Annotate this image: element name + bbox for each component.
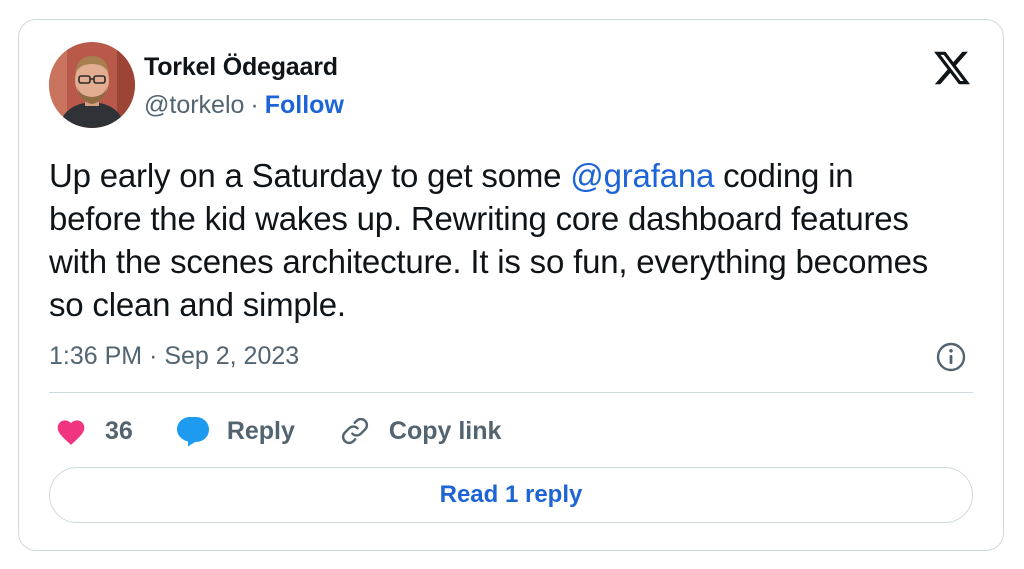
- copy-link-button[interactable]: Copy link: [337, 413, 502, 449]
- reply-label: Reply: [226, 416, 295, 445]
- avatar-photo: [49, 42, 135, 128]
- x-logo-icon[interactable]: [932, 48, 972, 88]
- follow-button[interactable]: Follow: [265, 91, 344, 119]
- tweet-text-start: Up early on a Saturday to get some: [49, 157, 571, 194]
- read-replies-button[interactable]: Read 1 reply: [49, 467, 973, 523]
- link-icon: [337, 413, 373, 449]
- separator-dot: ·: [250, 91, 259, 119]
- tweet-card: Torkel Ödegaard @torkelo · Follow Up early…: [18, 19, 1004, 551]
- copy-link-label: Copy link: [388, 416, 502, 445]
- author-handle-row: @torkelo · Follow: [144, 91, 344, 120]
- avatar[interactable]: [49, 42, 135, 128]
- author-name[interactable]: Torkel Ödegaard: [144, 53, 338, 82]
- speech-bubble-icon: [175, 413, 211, 449]
- tweet-timestamp[interactable]: 1:36 PM · Sep 2, 2023: [49, 342, 299, 371]
- reply-button[interactable]: Reply: [175, 413, 295, 449]
- like-count: 36: [105, 416, 133, 445]
- like-button[interactable]: 36: [53, 413, 133, 449]
- tweet-text: Up early on a Saturday to get some @graf…: [49, 154, 949, 326]
- mention-link[interactable]: @grafana: [570, 157, 714, 194]
- author-handle[interactable]: @torkelo: [144, 91, 244, 119]
- read-replies-label: Read 1 reply: [439, 481, 583, 508]
- divider: [49, 392, 973, 393]
- info-icon[interactable]: [935, 341, 967, 373]
- heart-icon: [53, 413, 89, 449]
- action-bar: 36 Reply Copy link: [53, 413, 543, 449]
